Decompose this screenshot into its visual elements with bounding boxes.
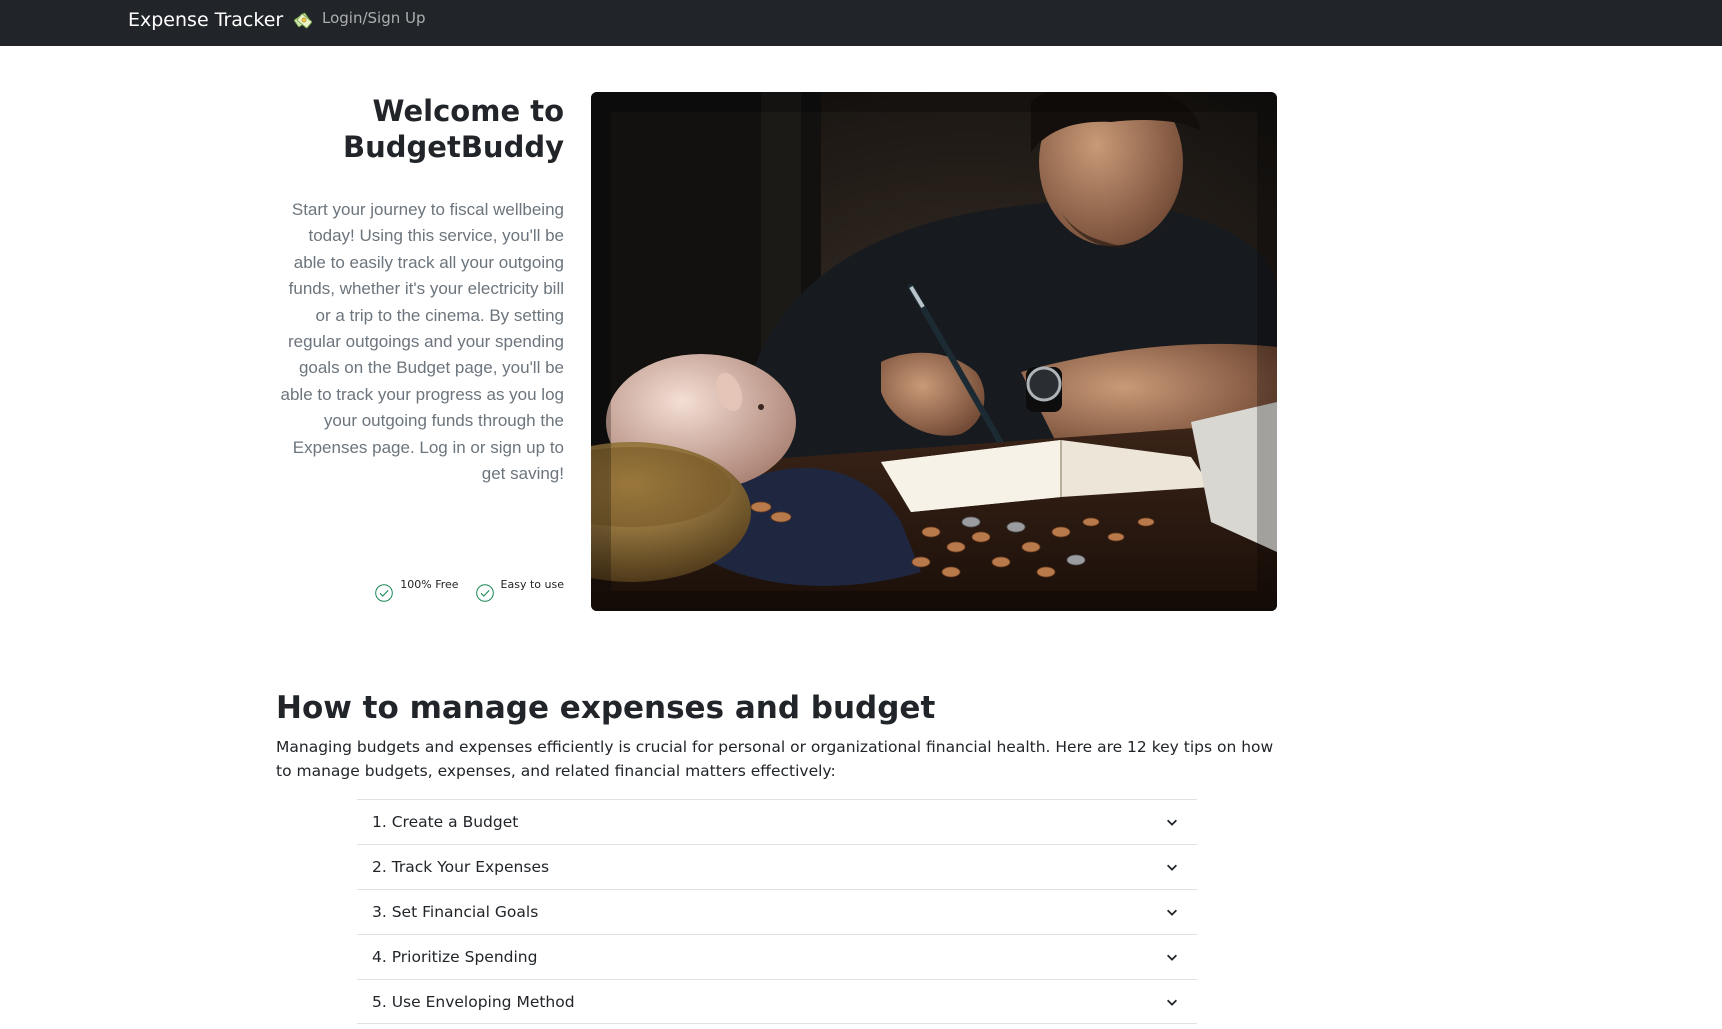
person-writing-illustration	[591, 92, 1277, 611]
brand-name: Expense Tracker	[128, 9, 284, 31]
hero-text: Start your journey to fiscal wellbeing t…	[280, 200, 564, 484]
accordion-item-financial-goals[interactable]: 3. Set Financial Goals	[357, 889, 1197, 934]
hero-image	[591, 92, 1277, 611]
feature-list: 100% Free Easy to use	[374, 578, 564, 603]
accordion-item-label: 4. Prioritize Spending	[372, 948, 538, 966]
accordion-item-label: 2. Track Your Expenses	[372, 858, 550, 876]
chevron-down-icon	[1167, 954, 1177, 961]
brand-link[interactable]: Expense Tracker	[128, 7, 315, 33]
chevron-down-icon	[1167, 999, 1177, 1006]
chevron-down-icon	[1167, 864, 1177, 871]
accordion-item-label: 5. Use Enveloping Method	[372, 992, 575, 1011]
feature-label: 100% Free	[400, 578, 459, 591]
chevron-down-icon	[1167, 909, 1177, 916]
money-icon	[294, 12, 313, 29]
accordion-item-create-budget[interactable]: 1. Create a Budget	[357, 799, 1197, 844]
tips-accordion: 1. Create a Budget 2. Track Your Expense…	[357, 799, 1197, 1024]
accordion-item-label: 3. Set Financial Goals	[372, 903, 539, 921]
chevron-down-icon	[1167, 819, 1177, 826]
feature-easy: Easy to use	[475, 578, 564, 603]
accordion-item-enveloping-method[interactable]: 5. Use Enveloping Method	[357, 979, 1197, 1024]
accordion-item-track-expenses[interactable]: 2. Track Your Expenses	[357, 844, 1197, 889]
login-signup-link[interactable]: Login/Sign Up	[322, 9, 426, 27]
feature-free: 100% Free	[374, 578, 459, 603]
check-circle-icon	[475, 584, 494, 602]
hero-title: Welcome to BudgetBuddy	[343, 94, 564, 164]
feature-label: Easy to use	[500, 578, 564, 591]
accordion-item-label: 1. Create a Budget	[372, 813, 519, 831]
section-intro: Managing budgets and expenses efficientl…	[276, 738, 1274, 780]
navbar: Expense Tracker Login/Sign Up	[0, 0, 1722, 46]
check-circle-icon	[375, 584, 394, 602]
accordion-item-prioritize-spending[interactable]: 4. Prioritize Spending	[357, 934, 1197, 979]
section-title: How to manage expenses and budget	[276, 690, 936, 726]
